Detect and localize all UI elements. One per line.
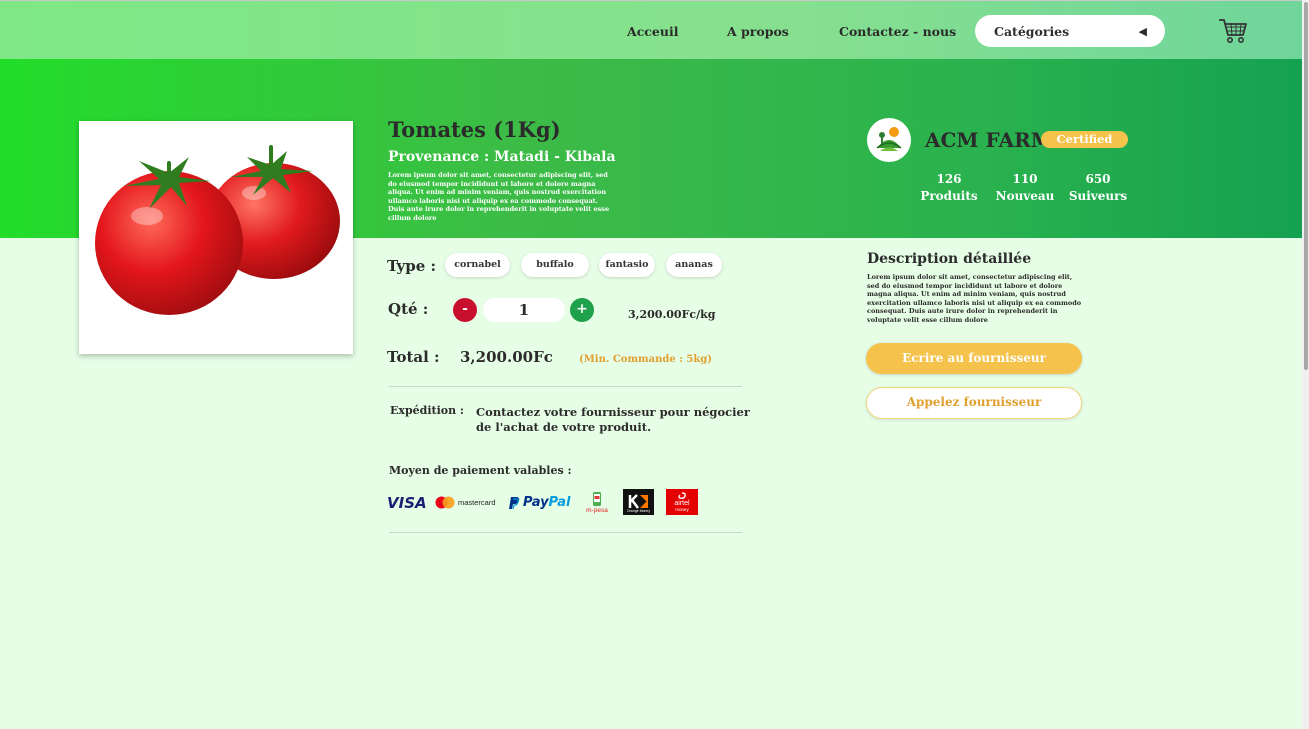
stat-products-label: Produits (920, 189, 978, 203)
stat-products-value: 126 (936, 172, 962, 186)
mpesa-logo: m-pesa (582, 489, 612, 516)
nav-link-accueil[interactable]: Acceuil (627, 24, 678, 39)
tomato-image (95, 145, 340, 315)
product-origin: Provenance : Matadi - Kibala (388, 149, 616, 165)
stat-new: 110 Nouveau (985, 171, 1065, 205)
airtel-text: airtel (674, 500, 690, 507)
payment-label: Moyen de paiement valables : (389, 464, 572, 477)
type-option-ananas[interactable]: ananas (666, 253, 722, 277)
mastercard-logo: mastercard (435, 489, 496, 516)
paypal-text-pay: Pay (523, 495, 549, 510)
shipping-text: Contactez votre fournisseur pour négocie… (476, 405, 750, 434)
nav-link-contact[interactable]: Contactez - nous (839, 24, 956, 39)
stat-new-label: Nouveau (995, 189, 1055, 203)
paypal-text-pal: Pal (548, 495, 571, 510)
write-supplier-button[interactable]: Ecrire au fournisseur (866, 343, 1082, 374)
type-option-fantasio[interactable]: fantasio (599, 253, 655, 277)
supplier-name: ACM FARM (925, 128, 1053, 152)
mpesa-text: m-pesa (586, 506, 608, 514)
paypal-logo: PayPal (509, 489, 570, 516)
farm-logo-icon (876, 127, 902, 151)
qty-label: Qté : (388, 300, 429, 318)
orange-money-mark-icon (628, 494, 648, 509)
paypal-p-icon (509, 496, 520, 509)
qty-increase-button[interactable]: + (570, 298, 594, 322)
certified-badge: Certified (1041, 131, 1128, 148)
qty-decrease-button[interactable]: - (453, 298, 477, 322)
divider (389, 386, 742, 387)
paypal-text: PayPal (523, 495, 570, 510)
qty-input[interactable] (483, 298, 565, 322)
stat-followers-label: Suiveurs (1068, 189, 1128, 203)
caret-left-icon: ◀ (1138, 25, 1147, 38)
scrollbar-thumb[interactable] (1304, 2, 1308, 370)
type-option-cornabel[interactable]: cornabel (445, 253, 510, 277)
total-label: Total : (387, 348, 440, 366)
category-select-label: Catégories (994, 24, 1070, 39)
orange-money-text: Orange Money (626, 509, 651, 513)
shopping-cart-icon[interactable] (1218, 17, 1248, 45)
mastercard-text: mastercard (458, 498, 496, 507)
product-image (79, 121, 353, 354)
airtel-money-text: money (675, 507, 689, 512)
mpesa-phone-icon (593, 491, 601, 506)
airtel-money-logo: airtel money (666, 489, 698, 515)
stat-followers: 650 Suiveurs (1058, 171, 1138, 205)
airtel-swirl-icon (678, 492, 686, 499)
total-value: 3,200.00Fc (460, 348, 553, 366)
description-text: Lorem ipsum dolor sit amet, consectetur … (867, 273, 1082, 324)
call-supplier-button[interactable]: Appelez fournisseur (866, 387, 1082, 419)
type-option-buffalo[interactable]: buffalo (521, 253, 589, 277)
category-select[interactable]: Catégories ◀ (975, 15, 1165, 47)
min-order-note: (Min. Commande : 5kg) (579, 354, 712, 365)
product-title: Tomates (1Kg) (388, 117, 561, 142)
divider (389, 532, 742, 533)
visa-logo: VISA (387, 493, 427, 512)
orange-money-logo: Orange Money (623, 489, 654, 515)
stat-products: 126 Produits (909, 171, 989, 205)
shipping-label: Expédition : (390, 404, 464, 417)
unit-price: 3,200.00Fc/kg (628, 308, 716, 321)
type-label: Type : (387, 257, 437, 275)
description-title: Description détaillée (867, 251, 1032, 267)
farm-logo (867, 118, 911, 162)
nav-link-a-propos[interactable]: A propos (727, 24, 789, 39)
stat-followers-value: 650 (1085, 172, 1111, 186)
top-navbar: Acceuil A propos Contactez - nous Catégo… (0, 0, 1309, 59)
mastercard-circles-icon (435, 496, 455, 509)
stat-new-value: 110 (1012, 172, 1038, 186)
product-short-description: Lorem ipsum dolor sit amet, consectetur … (388, 171, 610, 222)
